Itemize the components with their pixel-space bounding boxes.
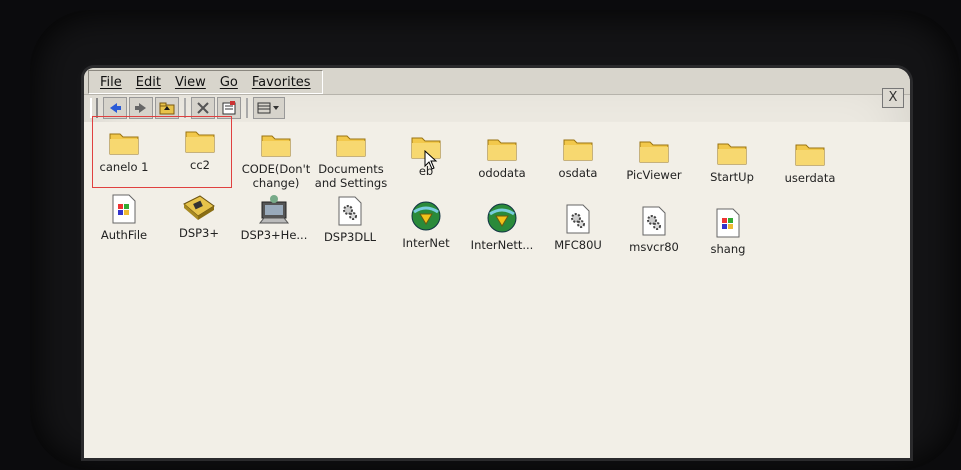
file-label: shang xyxy=(710,242,746,256)
dll-gear-icon xyxy=(566,204,590,234)
folder-item-startup[interactable]: StartUp xyxy=(692,138,772,184)
windows-file-icon xyxy=(112,194,136,224)
folder-icon xyxy=(261,135,291,157)
delete-icon xyxy=(197,102,209,114)
folder-icon xyxy=(336,135,366,157)
file-item-dsp3dll[interactable]: DSP3DLL xyxy=(310,196,390,244)
mouse-cursor-icon xyxy=(424,150,438,170)
globe-icon xyxy=(487,203,517,233)
explorer-window: File Edit View Go Favorites X canelo 1 c… xyxy=(84,68,910,458)
folder-item-canelo-1[interactable]: canelo 1 xyxy=(84,128,164,174)
file-label: StartUp xyxy=(710,170,754,184)
properties-icon xyxy=(222,101,236,115)
toolbar-grip[interactable] xyxy=(90,98,98,118)
file-item-dsp3-plus-he[interactable]: DSP3+He... xyxy=(234,194,314,242)
folder-icon xyxy=(639,141,669,163)
file-label: userdata xyxy=(784,171,836,185)
menu-group: File Edit View Go Favorites xyxy=(88,70,323,94)
file-label: InterNett... xyxy=(470,238,534,252)
file-label: CODE(Don't change) xyxy=(241,162,311,190)
folder-icon xyxy=(487,139,517,161)
toolbar-separator xyxy=(184,98,186,118)
view-menu-icon xyxy=(257,102,279,114)
file-label: Documents and Settings xyxy=(314,162,388,190)
menu-view[interactable]: View xyxy=(168,75,213,90)
folder-item-userdata[interactable]: userdata xyxy=(770,139,850,185)
folder-icon xyxy=(795,144,825,166)
file-label: DSP3DLL xyxy=(323,230,377,244)
folder-item-documents-and-settings[interactable]: Documents and Settings xyxy=(311,130,391,190)
folder-item-ododata[interactable]: ododata xyxy=(462,134,542,180)
menu-bar: File Edit View Go Favorites xyxy=(84,68,910,95)
file-label: ododata xyxy=(478,166,526,180)
close-button[interactable]: X xyxy=(882,88,904,108)
chip-icon xyxy=(183,195,215,220)
file-label: osdata xyxy=(558,166,598,180)
folder-icon xyxy=(563,139,593,161)
menu-favorites[interactable]: Favorites xyxy=(245,75,318,90)
view-menu-button[interactable] xyxy=(253,97,285,119)
file-label: MFC80U xyxy=(554,238,602,252)
windows-file-icon xyxy=(716,208,740,238)
folder-icon xyxy=(109,133,139,155)
folder-item-cc2[interactable]: cc2 xyxy=(160,126,240,172)
file-label: DSP3+ xyxy=(178,226,220,240)
menu-go[interactable]: Go xyxy=(213,75,245,90)
dll-gear-icon xyxy=(338,196,362,226)
menu-edit[interactable]: Edit xyxy=(129,75,168,90)
file-label: msvcr80 xyxy=(629,240,679,254)
file-item-mfc80u[interactable]: MFC80U xyxy=(538,204,618,252)
file-item-authfile[interactable]: AuthFile xyxy=(84,194,164,242)
dll-gear-icon xyxy=(642,206,666,236)
file-list-view: canelo 1 cc2 CODE(Don't change) Document… xyxy=(84,116,910,458)
file-label: DSP3+He... xyxy=(240,228,308,242)
file-label: cc2 xyxy=(190,158,210,172)
folder-icon xyxy=(185,131,215,153)
toolbar-separator xyxy=(246,98,248,118)
file-item-msvcr80[interactable]: msvcr80 xyxy=(614,206,694,254)
folder-item-osdata[interactable]: osdata xyxy=(538,134,618,180)
file-item-internett[interactable]: InterNett... xyxy=(462,202,542,252)
folder-item-code[interactable]: CODE(Don't change) xyxy=(236,130,316,190)
file-label: InterNet xyxy=(402,236,450,250)
up-folder-icon xyxy=(159,102,175,114)
forward-icon xyxy=(135,103,146,113)
installer-icon xyxy=(258,195,290,224)
back-icon xyxy=(110,103,121,113)
file-label: PicViewer xyxy=(626,168,682,182)
globe-icon xyxy=(411,201,441,231)
file-item-internet[interactable]: InterNet xyxy=(386,200,466,250)
file-item-dsp3-plus[interactable]: DSP3+ xyxy=(159,194,239,240)
file-label: canelo 1 xyxy=(99,160,149,174)
folder-icon xyxy=(717,143,747,165)
file-label: AuthFile xyxy=(100,228,148,242)
folder-item-picviewer[interactable]: PicViewer xyxy=(614,136,694,182)
file-item-shang[interactable]: shang xyxy=(688,208,768,256)
menu-file[interactable]: File xyxy=(93,75,129,90)
